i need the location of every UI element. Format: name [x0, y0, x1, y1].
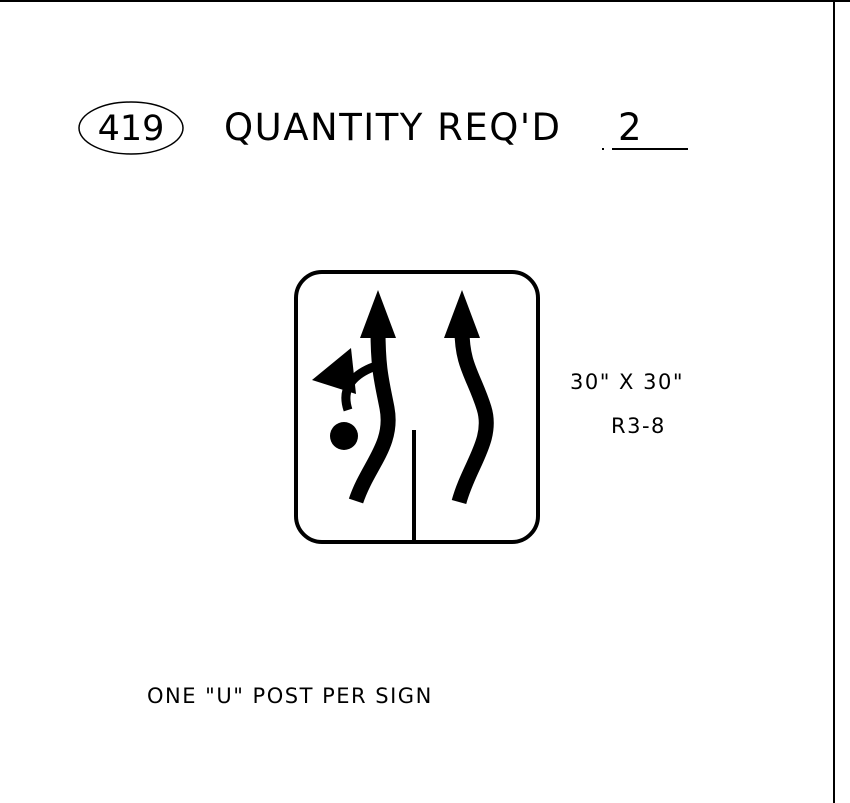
post-note: ONE "U" POST PER SIGN	[147, 684, 433, 708]
quantity-underline-dot	[602, 148, 604, 150]
quantity-value: 2	[618, 106, 642, 149]
sign-code-label: R3-8	[611, 414, 666, 438]
sign-size-label: 30" X 30"	[570, 370, 684, 394]
frame-corner-tick	[835, 0, 850, 2]
frame-top-border	[0, 0, 835, 2]
r3-8-lane-sign	[294, 270, 544, 550]
sign-border	[294, 270, 540, 544]
sign-number-text: 419	[98, 109, 165, 149]
quantity-underline	[612, 148, 688, 150]
sign-number-oval: 419	[78, 101, 184, 155]
frame-right-border	[833, 0, 835, 803]
quantity-label: QUANTITY REQ'D	[224, 106, 562, 149]
roundabout-dot-icon	[330, 422, 358, 450]
